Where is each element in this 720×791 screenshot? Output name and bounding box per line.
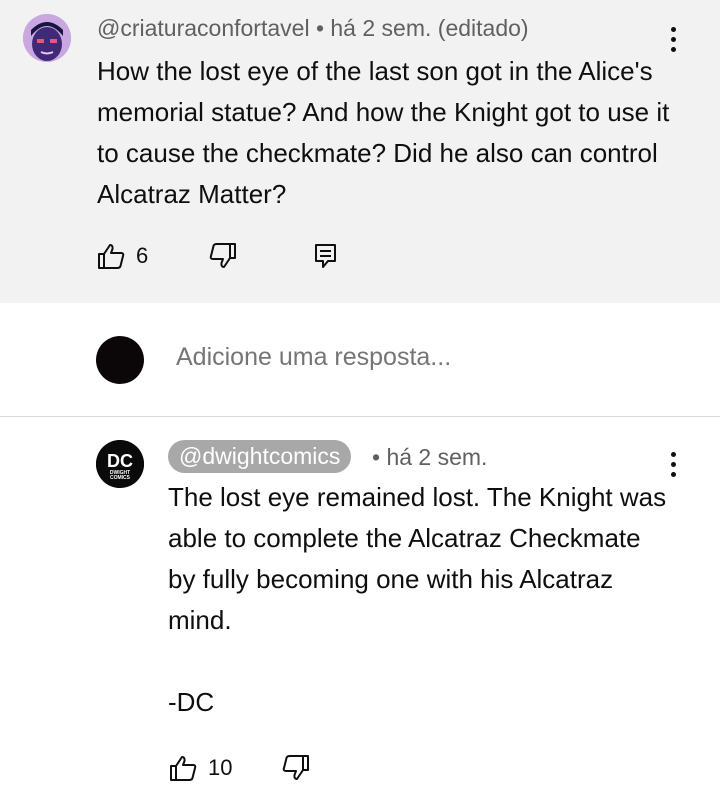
reply-author-badge[interactable]: @dwightcomics bbox=[168, 440, 352, 473]
reply-composer bbox=[0, 303, 720, 417]
reply-timestamp: • há 2 sem. bbox=[372, 444, 488, 470]
avatar[interactable] bbox=[23, 14, 71, 62]
comment-author[interactable]: @criaturaconfortavel bbox=[97, 15, 310, 41]
comment-meta: @criaturaconfortavel • há 2 sem. (editad… bbox=[97, 15, 529, 42]
like-button[interactable]: 6 bbox=[96, 241, 148, 271]
reply-icon bbox=[315, 244, 336, 268]
reply-like-count: 10 bbox=[208, 755, 233, 780]
comment-timestamp: • há 2 sem. (editado) bbox=[309, 15, 529, 41]
thumb-up-icon bbox=[170, 756, 197, 781]
logo-line2: COMICS bbox=[110, 475, 131, 481]
reply-avatar[interactable]: DC DWIGHT COMICS bbox=[96, 440, 144, 488]
reply-input[interactable] bbox=[176, 343, 596, 372]
reply-signature: -DC bbox=[168, 687, 215, 717]
reply-text: The lost eye remained lost. The Knight w… bbox=[168, 482, 667, 635]
reply-dislike-button[interactable] bbox=[281, 753, 311, 783]
reply-button[interactable] bbox=[311, 241, 341, 271]
thumb-down-icon bbox=[282, 755, 309, 780]
thumb-down-icon bbox=[209, 243, 236, 268]
my-avatar bbox=[96, 336, 144, 384]
comment-text: How the lost eye of the last son got in … bbox=[97, 56, 670, 209]
logo-letters: DC bbox=[107, 451, 133, 471]
dislike-button[interactable] bbox=[208, 241, 238, 271]
like-count: 6 bbox=[136, 243, 149, 268]
comment-card: @criaturaconfortavel • há 2 sem. (editad… bbox=[0, 0, 720, 303]
reply-like-button[interactable]: 10 bbox=[168, 753, 232, 783]
thumb-up-icon bbox=[98, 244, 125, 269]
